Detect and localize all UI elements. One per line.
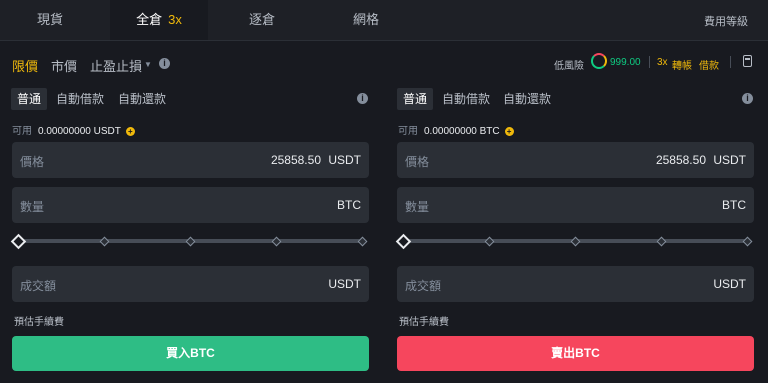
buy-estimated-fee: 預估手續費 (14, 317, 64, 328)
tab-cross[interactable]: 全倉 3x (110, 0, 208, 40)
transfer-link[interactable]: 轉帳 (672, 57, 692, 72)
caret-down-icon[interactable]: ▼ (144, 60, 152, 69)
plus-icon[interactable]: + (125, 126, 135, 136)
risk-value: 999.00 (610, 57, 641, 68)
calculator-icon[interactable] (743, 55, 752, 67)
risk-gauge-icon (591, 53, 607, 69)
buy-price-field[interactable]: 價格 25858.50 USDT (12, 142, 369, 178)
sell-price-value: 25858.50 (655, 153, 706, 167)
divider (649, 56, 650, 68)
tab-grid[interactable]: 網格 (318, 0, 414, 40)
buy-available-label: 可用 (12, 126, 32, 137)
buy-available-value: 0.00000000 USDT (38, 126, 121, 137)
risk-label: 低風險 (554, 61, 584, 72)
tab-cross-label: 全倉 (136, 12, 163, 27)
sell-available-label: 可用 (398, 126, 418, 137)
buy-amount-label: 數量 (20, 200, 45, 214)
buy-subtab-auto-borrow[interactable]: 自動借款 (50, 88, 110, 110)
buy-subtab-normal[interactable]: 普通 (11, 88, 48, 110)
buy-total-field[interactable]: 成交額 USDT (12, 266, 369, 302)
tab-grid-label: 網格 (352, 12, 379, 27)
sell-price-label: 價格 (405, 155, 430, 169)
buy-total-unit: USDT (328, 277, 361, 291)
slider-tick-100[interactable] (742, 236, 753, 247)
leverage-indicator[interactable]: 3x (657, 57, 668, 68)
buy-total-label: 成交額 (20, 279, 57, 293)
sell-button[interactable]: 賣出BTC (397, 336, 754, 371)
sell-amount-field[interactable]: 數量 BTC (397, 187, 754, 223)
tab-cross-leverage: 3x (168, 12, 182, 27)
sell-price-field[interactable]: 價格 25858.50 USDT (397, 142, 754, 178)
info-icon[interactable]: i (742, 93, 753, 104)
plus-icon[interactable]: + (504, 126, 514, 136)
sell-total-unit: USDT (713, 277, 746, 291)
buy-price-label: 價格 (20, 155, 45, 169)
divider (730, 56, 731, 68)
buy-available: 可用 0.00000000 USDT + (12, 122, 135, 137)
sell-available: 可用 0.00000000 BTC + (398, 122, 514, 137)
order-type-stop[interactable]: 止盈止損 (90, 56, 142, 75)
sell-amount-unit: BTC (722, 198, 746, 212)
info-icon[interactable]: i (159, 58, 170, 69)
buy-amount-field[interactable]: 數量 BTC (12, 187, 369, 223)
sell-price-unit: USDT (713, 153, 746, 167)
borrow-link[interactable]: 借款 (699, 57, 719, 72)
tab-spot[interactable]: 現貨 (0, 0, 100, 40)
info-icon[interactable]: i (357, 93, 368, 104)
sell-subtab-auto-borrow[interactable]: 自動借款 (436, 88, 496, 110)
buy-price-unit: USDT (328, 153, 361, 167)
slider-tick-100[interactable] (357, 236, 368, 247)
sell-estimated-fee: 預估手續費 (399, 317, 449, 328)
sell-total-label: 成交額 (405, 279, 442, 293)
fee-level-link[interactable]: 費用等級 (704, 13, 748, 29)
tab-spot-label: 現貨 (36, 12, 63, 27)
buy-price-value: 25858.50 (270, 153, 321, 167)
order-type-limit[interactable]: 限價 (12, 56, 38, 75)
sell-amount-label: 數量 (405, 200, 430, 214)
sell-available-value: 0.00000000 BTC (424, 126, 500, 137)
buy-slider-handle[interactable] (10, 233, 27, 250)
sell-slider-handle[interactable] (395, 233, 412, 250)
tab-isolated[interactable]: 逐倉 (212, 0, 312, 40)
sell-subtab-normal[interactable]: 普通 (397, 88, 434, 110)
buy-amount-unit: BTC (337, 198, 361, 212)
buy-subtab-auto-repay[interactable]: 自動還款 (112, 88, 172, 110)
margin-mode-tabs: 現貨 全倉 3x 逐倉 網格 費用等級 (0, 0, 768, 41)
sell-subtab-auto-repay[interactable]: 自動還款 (497, 88, 557, 110)
tab-isolated-label: 逐倉 (248, 12, 275, 27)
buy-button[interactable]: 買入BTC (12, 336, 369, 371)
sell-total-field[interactable]: 成交額 USDT (397, 266, 754, 302)
order-type-market[interactable]: 市價 (51, 56, 77, 75)
